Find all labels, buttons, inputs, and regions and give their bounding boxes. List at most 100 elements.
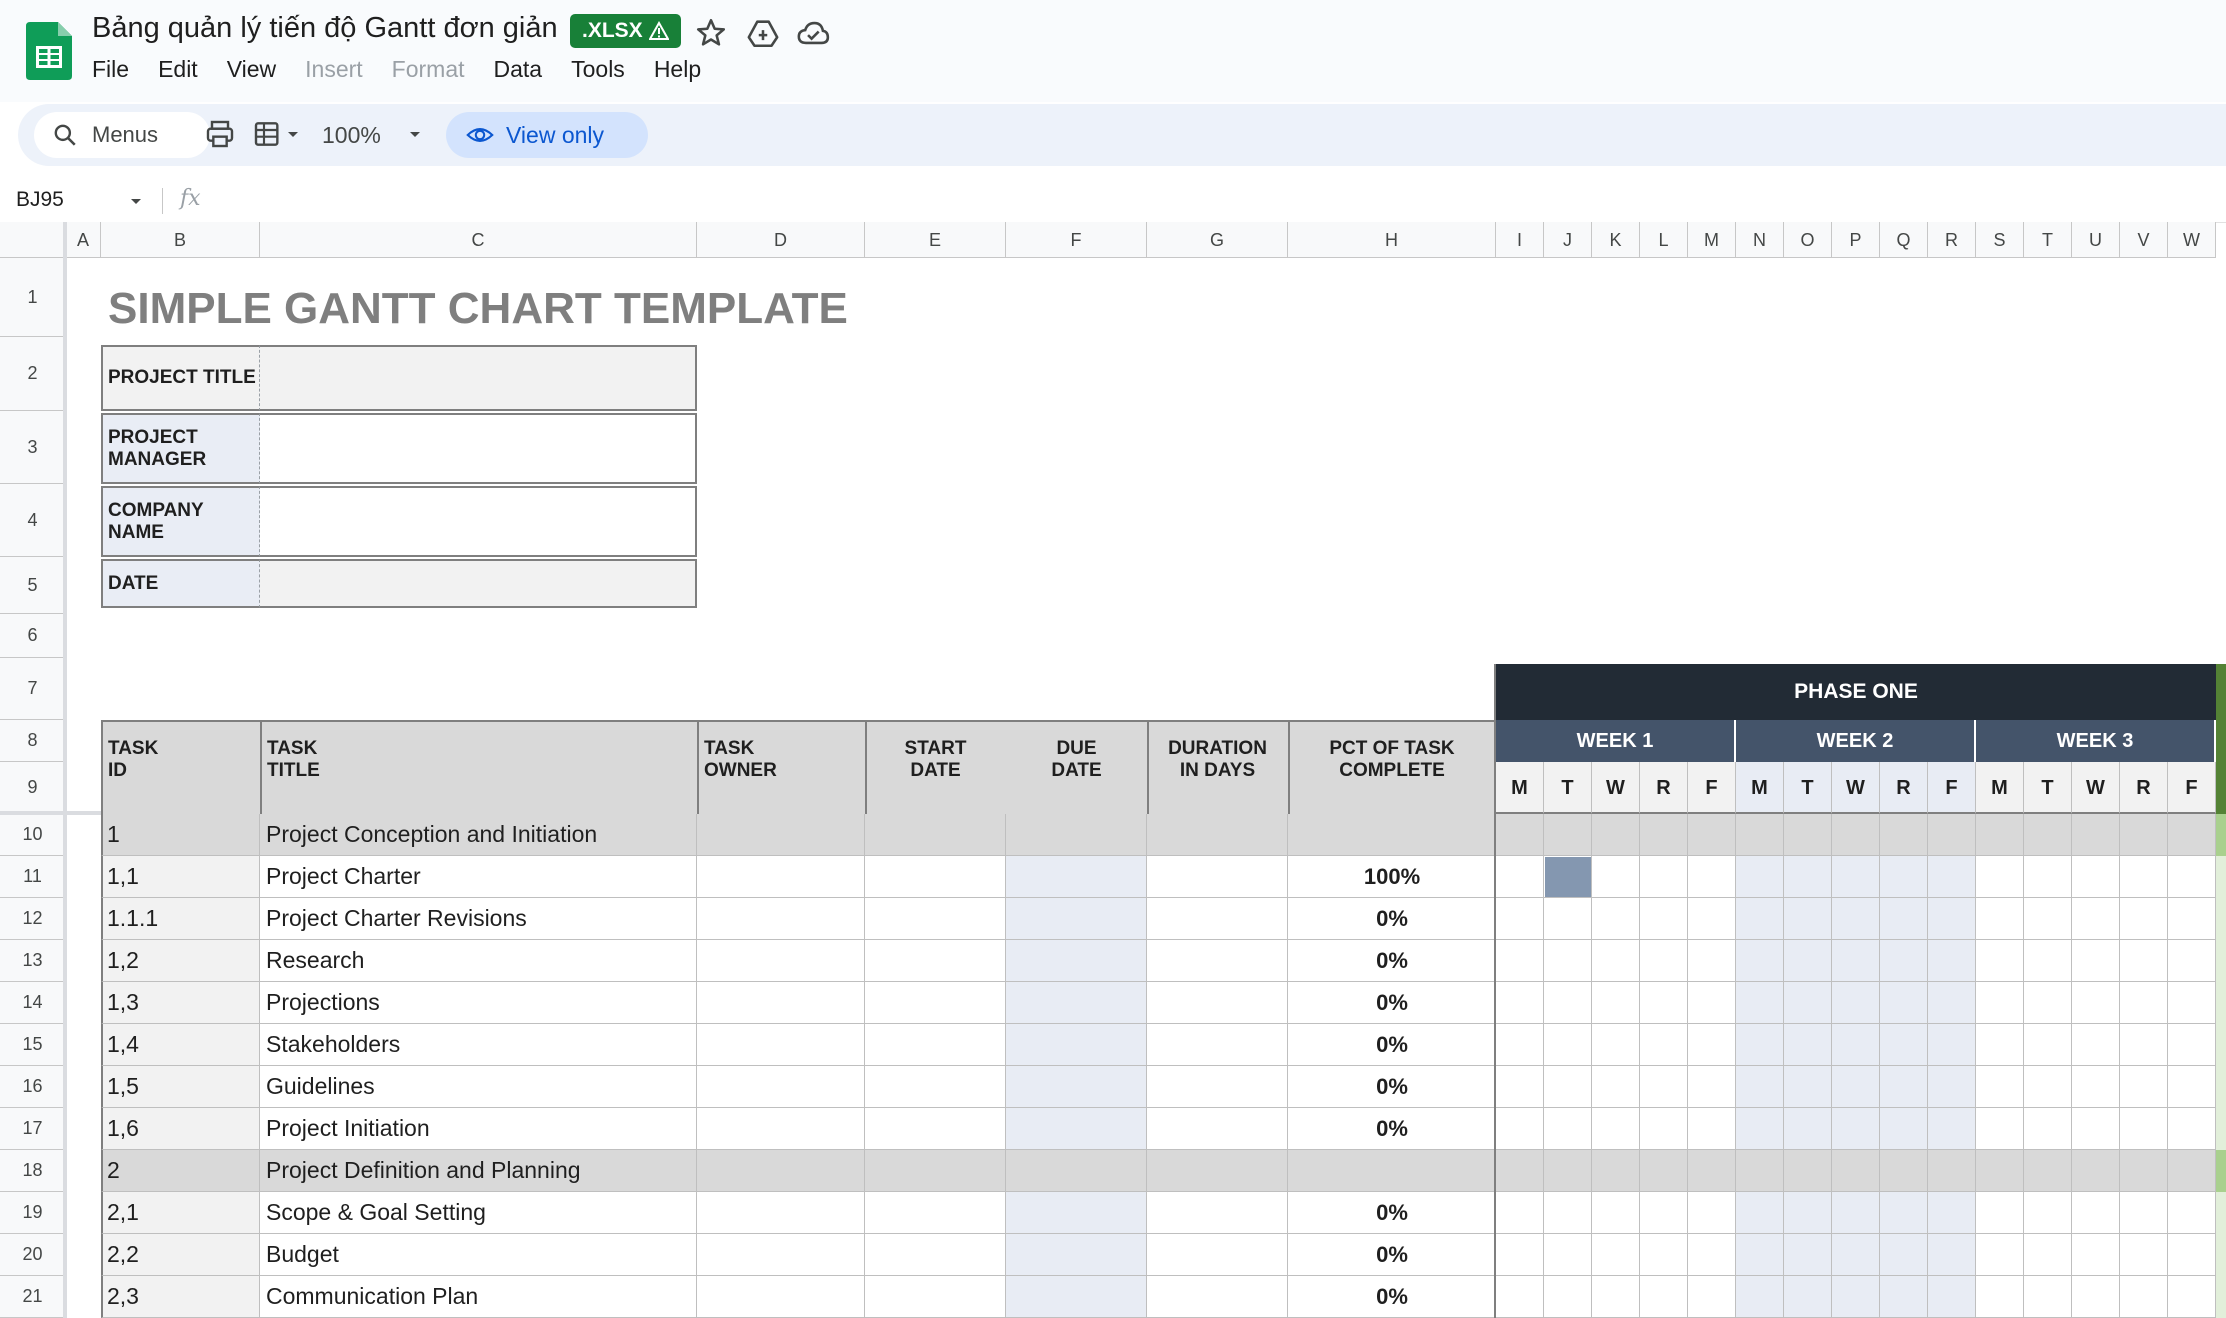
gantt-cell[interactable]	[2072, 1108, 2120, 1150]
column-header-k[interactable]: K	[1592, 222, 1640, 258]
gantt-cell[interactable]	[1832, 856, 1880, 898]
due-date-cell[interactable]	[1006, 1276, 1147, 1317]
row-header-15[interactable]: 15	[0, 1024, 66, 1066]
column-header-r[interactable]: R	[1928, 222, 1976, 258]
column-header-n[interactable]: N	[1736, 222, 1784, 258]
gantt-cell[interactable]	[1736, 1066, 1784, 1108]
gantt-cell[interactable]	[2168, 982, 2216, 1024]
due-date-cell[interactable]	[1006, 856, 1147, 897]
task-title[interactable]: Communication Plan	[266, 1283, 478, 1310]
gantt-cell[interactable]	[1784, 1192, 1832, 1234]
gantt-cell[interactable]	[1592, 1150, 1640, 1192]
due-date-cell[interactable]	[1006, 982, 1147, 1023]
gantt-cell[interactable]	[1640, 856, 1688, 898]
column-header-q[interactable]: Q	[1880, 222, 1928, 258]
column-header-l[interactable]: L	[1640, 222, 1688, 258]
gantt-cell[interactable]	[1544, 940, 1592, 982]
gantt-cell[interactable]	[1592, 1066, 1640, 1108]
gantt-cell[interactable]	[1976, 1066, 2024, 1108]
gantt-cell[interactable]	[1880, 1066, 1928, 1108]
gantt-cell[interactable]	[2120, 1024, 2168, 1066]
gantt-cell[interactable]	[1976, 814, 2024, 856]
column-header-c[interactable]: C	[260, 222, 697, 258]
task-title[interactable]: Project Conception and Initiation	[266, 821, 597, 848]
gantt-cell[interactable]	[1496, 1024, 1544, 1066]
gantt-cell[interactable]	[1496, 940, 1544, 982]
menu-view[interactable]: View	[227, 56, 276, 83]
task-id[interactable]: 1	[107, 821, 120, 848]
gantt-cell[interactable]	[2168, 1192, 2216, 1234]
task-id[interactable]: 1,5	[107, 1073, 139, 1100]
gantt-cell[interactable]	[1544, 1024, 1592, 1066]
gantt-cell[interactable]	[1928, 898, 1976, 940]
gantt-cell[interactable]	[1976, 1108, 2024, 1150]
gantt-cell[interactable]	[2168, 856, 2216, 898]
due-date-cell[interactable]	[1006, 1066, 1147, 1107]
gantt-cell[interactable]	[1496, 1150, 1544, 1192]
gantt-cell[interactable]	[1928, 1066, 1976, 1108]
row-header-16[interactable]: 16	[0, 1066, 66, 1108]
gantt-cell[interactable]	[1592, 1108, 1640, 1150]
task-id[interactable]: 2,1	[107, 1199, 139, 1226]
gantt-cell[interactable]	[1544, 1066, 1592, 1108]
gantt-cell[interactable]	[1592, 1276, 1640, 1318]
gantt-cell[interactable]	[1784, 1234, 1832, 1276]
gantt-cell[interactable]	[1736, 1108, 1784, 1150]
gantt-cell[interactable]	[1640, 982, 1688, 1024]
document-title[interactable]: Bảng quản lý tiến độ Gantt đơn giản	[92, 12, 558, 45]
task-id[interactable]: 1,2	[107, 947, 139, 974]
gantt-cell[interactable]	[1784, 856, 1832, 898]
gantt-cell[interactable]	[1592, 814, 1640, 856]
project-manager-value-cell[interactable]	[260, 413, 697, 484]
row-header-5[interactable]: 5	[0, 557, 66, 614]
gantt-cell[interactable]	[1784, 940, 1832, 982]
gantt-cell[interactable]	[1592, 982, 1640, 1024]
gantt-cell[interactable]	[1640, 1276, 1688, 1318]
row-header-14[interactable]: 14	[0, 982, 66, 1024]
gantt-cell[interactable]	[1736, 1192, 1784, 1234]
print-icon[interactable]	[204, 118, 236, 150]
gantt-cell[interactable]	[2072, 982, 2120, 1024]
column-header-d[interactable]: D	[697, 222, 865, 258]
gantt-cell[interactable]	[1976, 1234, 2024, 1276]
gantt-cell[interactable]	[1928, 1024, 1976, 1066]
gantt-cell[interactable]	[1832, 898, 1880, 940]
task-title[interactable]: Project Definition and Planning	[266, 1157, 581, 1184]
gantt-cell[interactable]	[2024, 1066, 2072, 1108]
gantt-cell[interactable]	[2024, 1024, 2072, 1066]
gantt-cell[interactable]	[1640, 898, 1688, 940]
gantt-cell[interactable]	[1880, 1150, 1928, 1192]
cloud-saved-icon[interactable]	[796, 16, 830, 50]
task-pct-complete[interactable]: 0%	[1288, 1200, 1496, 1226]
column-header-h[interactable]: H	[1288, 222, 1496, 258]
gantt-cell[interactable]	[1640, 1234, 1688, 1276]
gantt-cell[interactable]	[2120, 1108, 2168, 1150]
gantt-cell[interactable]	[1688, 898, 1736, 940]
row-header-21[interactable]: 21	[0, 1276, 66, 1318]
gantt-cell[interactable]	[1976, 940, 2024, 982]
gantt-cell[interactable]	[1592, 1234, 1640, 1276]
gantt-cell[interactable]	[1832, 1066, 1880, 1108]
gantt-cell[interactable]	[1784, 982, 1832, 1024]
gantt-cell[interactable]	[1592, 940, 1640, 982]
gantt-cell[interactable]	[1640, 1192, 1688, 1234]
gantt-cell[interactable]	[1784, 1024, 1832, 1066]
gantt-cell[interactable]	[1688, 1066, 1736, 1108]
column-header-b[interactable]: B	[101, 222, 260, 258]
gantt-cell[interactable]	[1928, 856, 1976, 898]
gantt-cell[interactable]	[2120, 814, 2168, 856]
gantt-cell[interactable]	[1880, 856, 1928, 898]
gantt-cell[interactable]	[2168, 1108, 2216, 1150]
row-header-17[interactable]: 17	[0, 1108, 66, 1150]
gantt-cell[interactable]	[1880, 1192, 1928, 1234]
gantt-cell[interactable]	[2120, 940, 2168, 982]
gantt-cell[interactable]	[1640, 940, 1688, 982]
gantt-cell[interactable]	[1928, 1234, 1976, 1276]
gantt-cell[interactable]	[1688, 1234, 1736, 1276]
task-pct-complete[interactable]: 0%	[1288, 1284, 1496, 1310]
task-title[interactable]: Projections	[266, 989, 380, 1016]
gantt-cell[interactable]	[1736, 982, 1784, 1024]
row-header-11[interactable]: 11	[0, 856, 66, 898]
gantt-cell[interactable]	[1784, 1108, 1832, 1150]
gantt-cell[interactable]	[2072, 1024, 2120, 1066]
